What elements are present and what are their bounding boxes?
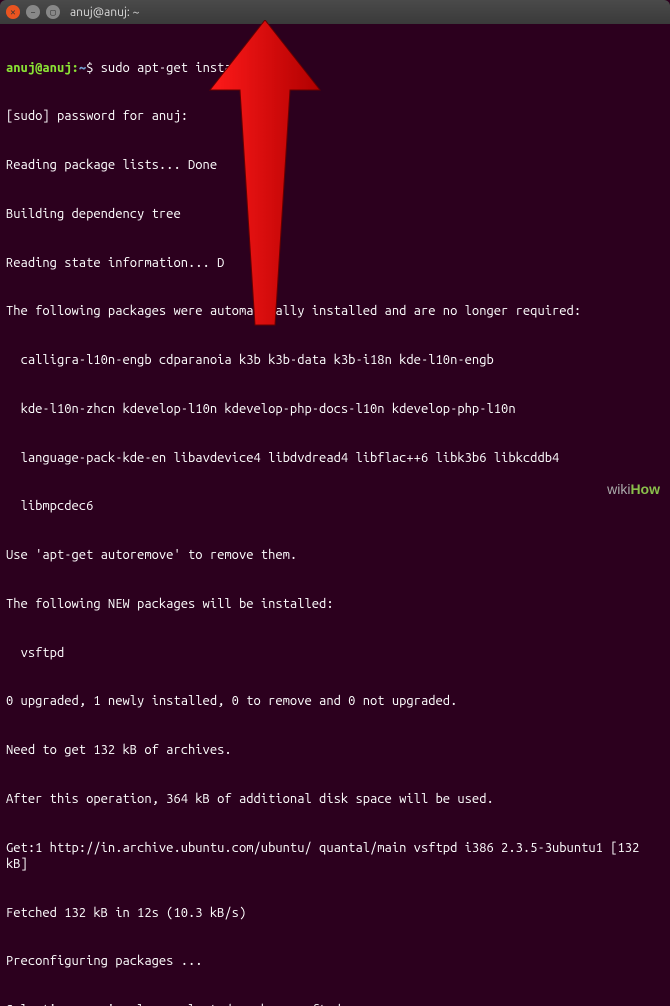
watermark: wikiHow — [607, 481, 660, 497]
output-line: Selecting previously unselected package … — [6, 1002, 664, 1006]
watermark-wiki: wiki — [607, 481, 630, 497]
prompt-symbol: $ — [86, 61, 93, 75]
prompt-sep: : — [72, 61, 79, 75]
output-line: Fetched 132 kB in 12s (10.3 kB/s) — [6, 905, 664, 921]
entered-command: sudo apt-get install vsftpd — [101, 61, 298, 75]
output-line: calligra-l10n-engb cdparanoia k3b k3b-da… — [6, 352, 664, 368]
maximize-icon[interactable]: ▢ — [46, 5, 60, 19]
output-line: Use 'apt-get autoremove' to remove them. — [6, 547, 664, 563]
output-line: Reading state information... D — [6, 255, 664, 271]
minimize-icon[interactable]: − — [26, 5, 40, 19]
close-icon[interactable]: ✕ — [6, 5, 20, 19]
output-line: Preconfiguring packages ... — [6, 953, 664, 969]
terminal-output[interactable]: anuj@anuj:~$ sudo apt-get install vsftpd… — [0, 24, 670, 1006]
window-titlebar: ✕ − ▢ anuj@anuj: ~ — [0, 0, 670, 24]
output-line: The following packages were automaticall… — [6, 303, 664, 319]
prompt-user-host: anuj@anuj — [6, 61, 72, 75]
output-line: libmpcdec6 — [6, 498, 664, 514]
output-line: kde-l10n-zhcn kdevelop-l10n kdevelop-php… — [6, 401, 664, 417]
output-line: [sudo] password for anuj: — [6, 108, 664, 124]
output-line: Get:1 http://in.archive.ubuntu.com/ubunt… — [6, 840, 664, 873]
output-line: 0 upgraded, 1 newly installed, 0 to remo… — [6, 693, 664, 709]
watermark-how: How — [630, 481, 660, 497]
output-line: language-pack-kde-en libavdevice4 libdvd… — [6, 450, 664, 466]
prompt-line: anuj@anuj:~$ sudo apt-get install vsftpd — [6, 60, 664, 76]
output-line: Building dependency tree — [6, 206, 664, 222]
output-line: Reading package lists... Done — [6, 157, 664, 173]
output-line: The following NEW packages will be insta… — [6, 596, 664, 612]
output-line: After this operation, 364 kB of addition… — [6, 791, 664, 807]
prompt-path: ~ — [79, 61, 86, 75]
output-line: Need to get 132 kB of archives. — [6, 742, 664, 758]
output-line: vsftpd — [6, 645, 664, 661]
window-title: anuj@anuj: ~ — [70, 6, 139, 19]
